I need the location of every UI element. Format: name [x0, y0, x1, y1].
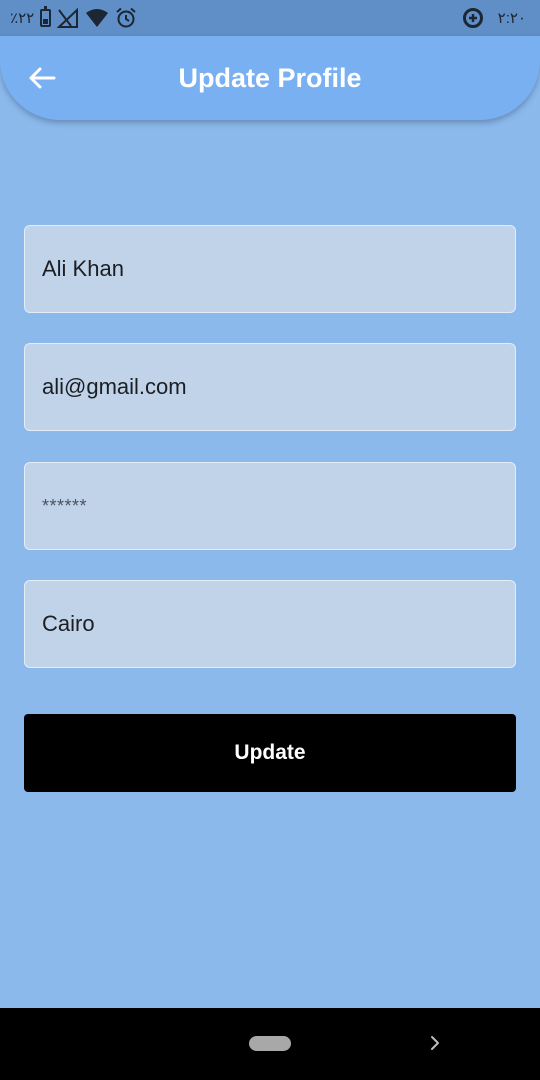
chevron-right-icon[interactable] — [424, 1032, 446, 1054]
battery-icon — [40, 6, 52, 27]
wifi-icon — [86, 9, 109, 27]
city-field[interactable] — [24, 580, 516, 668]
update-button[interactable]: Update — [24, 714, 516, 792]
status-bar: ٪٢٢ ٢:٢٠ — [0, 0, 540, 36]
city-input[interactable] — [42, 581, 515, 667]
battery-percent: ٪٢٢ — [10, 10, 35, 27]
system-nav-bar — [0, 1008, 540, 1080]
email-field[interactable] — [24, 343, 516, 431]
password-field[interactable] — [24, 462, 516, 550]
name-input[interactable] — [42, 226, 515, 312]
email-input[interactable] — [42, 344, 515, 430]
password-input[interactable] — [42, 463, 515, 549]
status-left: ٪٢٢ — [10, 6, 137, 29]
name-field[interactable] — [24, 225, 516, 313]
page-title: Update Profile — [178, 63, 362, 93]
status-right: ٢:٢٠ — [462, 7, 526, 29]
signal-off-icon — [57, 8, 79, 28]
clock: ٢:٢٠ — [497, 10, 526, 27]
alarm-icon — [116, 7, 136, 28]
home-pill-icon[interactable] — [249, 1036, 291, 1051]
data-saver-icon — [462, 8, 483, 28]
app-bar: Update Profile — [0, 36, 540, 120]
